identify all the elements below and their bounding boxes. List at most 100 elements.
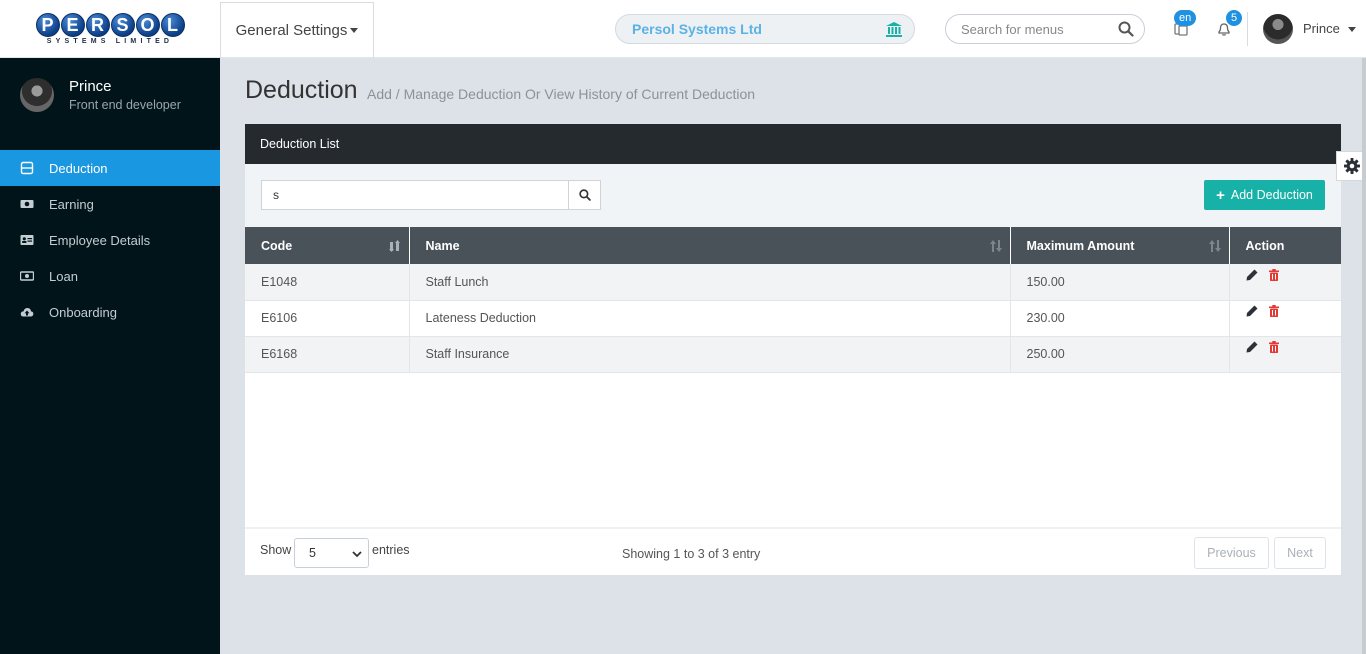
sidebar-item-loan[interactable]: Loan <box>0 258 220 294</box>
scrollbar[interactable] <box>1362 58 1366 654</box>
card-title: Deduction List <box>245 124 1341 164</box>
page-subtitle: Add / Manage Deduction Or View History o… <box>367 86 756 102</box>
column-header-name[interactable]: Name <box>409 227 1011 264</box>
search-icon <box>578 189 591 201</box>
profile-avatar <box>20 78 54 112</box>
sidebar-item-label: Earning <box>49 196 94 212</box>
sort-icon <box>989 240 1002 252</box>
sidebar-item-label: Deduction <box>49 160 108 176</box>
logo-letter: O <box>135 13 160 37</box>
language-badge[interactable]: en <box>1174 10 1197 26</box>
general-settings-dropdown[interactable]: General Settings <box>220 2 374 58</box>
column-header-maximum-amount[interactable]: Maximum Amount <box>1010 227 1230 264</box>
column-label: Code <box>261 238 293 253</box>
delete-icon[interactable] <box>1268 341 1280 353</box>
add-deduction-button[interactable]: + Add Deduction <box>1204 180 1325 210</box>
sort-icon <box>388 240 400 252</box>
sidebar-item-label: Onboarding <box>49 304 117 320</box>
gear-icon <box>1343 158 1360 174</box>
column-header-action: Action <box>1229 227 1341 264</box>
edit-icon[interactable] <box>1246 341 1258 353</box>
table-row: E1048 Staff Lunch 150.00 <box>245 264 1341 301</box>
sidebar-item-label: Loan <box>49 268 78 284</box>
logo-letter: S <box>110 13 135 37</box>
entries-label: entries <box>372 543 410 557</box>
previous-button[interactable]: Previous <box>1194 537 1269 569</box>
column-label: Action <box>1245 238 1285 253</box>
general-settings-label: General Settings <box>235 22 348 39</box>
menu-search-input[interactable] <box>945 14 1145 44</box>
sidebar-item-employee-details[interactable]: Employee Details <box>0 222 220 258</box>
sort-icon <box>1208 240 1221 252</box>
list-icon <box>20 161 34 175</box>
sidebar: Prince Front end developer Deduction Ear… <box>0 58 220 654</box>
caret-down-icon <box>1348 27 1357 33</box>
next-button[interactable]: Next <box>1274 537 1326 569</box>
show-label: Show <box>260 543 292 557</box>
profile-role: Front end developer <box>69 98 181 112</box>
money-icon <box>20 200 34 208</box>
user-menu[interactable]: Prince <box>1303 21 1357 36</box>
plus-icon: + <box>1216 186 1225 204</box>
delete-icon[interactable] <box>1268 305 1280 317</box>
column-label: Maximum Amount <box>1026 238 1135 253</box>
sidebar-item-onboarding[interactable]: Onboarding <box>0 294 220 330</box>
money-icon <box>20 271 34 281</box>
company-logo[interactable]: P E R S O L SYSTEMS LIMITED <box>0 0 220 58</box>
deduction-table: Code Name Maximum Amount Action E1048 St… <box>245 227 1341 373</box>
deduction-search-input[interactable] <box>261 180 569 210</box>
cell-code: E6106 <box>245 300 410 337</box>
card-toolbar: + Add Deduction <box>245 164 1341 227</box>
sidebar-item-deduction[interactable]: Deduction <box>0 150 220 186</box>
cell-action <box>1229 264 1341 301</box>
profile-name: Prince <box>69 78 112 95</box>
add-deduction-label: Add Deduction <box>1230 188 1313 202</box>
edit-icon[interactable] <box>1246 305 1258 317</box>
notification-badge[interactable]: 5 <box>1226 10 1243 26</box>
company-name: Persol Systems Ltd <box>632 21 762 37</box>
avatar[interactable] <box>1263 14 1293 44</box>
table-row: E6106 Lateness Deduction 230.00 <box>245 300 1341 337</box>
cell-action <box>1229 336 1341 373</box>
search-button[interactable] <box>568 180 601 210</box>
cell-amount: 150.00 <box>1010 264 1230 301</box>
company-selector[interactable]: Persol Systems Ltd <box>615 14 915 44</box>
logo-letter: P <box>35 13 60 37</box>
column-header-code[interactable]: Code <box>245 227 410 264</box>
page-size-value: 5 <box>309 546 316 560</box>
table-row: E6168 Staff Insurance 250.00 <box>245 336 1341 373</box>
logo-subtitle: SYSTEMS LIMITED <box>46 38 174 45</box>
cell-amount: 230.00 <box>1010 300 1230 337</box>
user-name: Prince <box>1303 21 1340 36</box>
cell-code: E6168 <box>245 336 410 373</box>
search-icon[interactable] <box>1118 21 1134 37</box>
cell-name: Staff Insurance <box>409 336 1011 373</box>
cell-amount: 250.00 <box>1010 336 1230 373</box>
pagination-info: Showing 1 to 3 of 3 entry <box>622 547 761 561</box>
table-footer: Show 5 entries Showing 1 to 3 of 3 entry… <box>245 527 1341 575</box>
delete-icon[interactable] <box>1268 268 1280 281</box>
cell-name: Lateness Deduction <box>409 300 1011 337</box>
bank-icon <box>886 22 902 37</box>
cell-name: Staff Lunch <box>409 264 1011 301</box>
column-label: Name <box>425 238 460 253</box>
id-card-icon <box>20 235 34 245</box>
logo-letter: L <box>160 13 185 37</box>
deduction-list-card: Deduction List + Add Deduction Code <box>245 124 1341 575</box>
header-divider <box>1247 12 1248 46</box>
page-size-select[interactable]: 5 <box>294 538 369 568</box>
top-bar: P E R S O L SYSTEMS LIMITED General Sett… <box>0 0 1366 58</box>
logo-letters: P E R S O L <box>35 13 185 37</box>
edit-icon[interactable] <box>1246 269 1258 281</box>
logo-letter: R <box>85 13 110 37</box>
chevron-down-icon <box>352 551 362 558</box>
cloud-upload-icon <box>20 308 34 317</box>
sidebar-item-label: Employee Details <box>49 232 151 248</box>
page-title: Deduction <box>245 76 358 104</box>
cell-action <box>1229 300 1341 337</box>
table-header-row: Code Name Maximum Amount Action <box>245 227 1341 264</box>
cell-code: E1048 <box>245 264 410 301</box>
caret-down-icon <box>350 28 359 33</box>
sidebar-item-earning[interactable]: Earning <box>0 186 220 222</box>
logo-letter: E <box>60 13 85 37</box>
